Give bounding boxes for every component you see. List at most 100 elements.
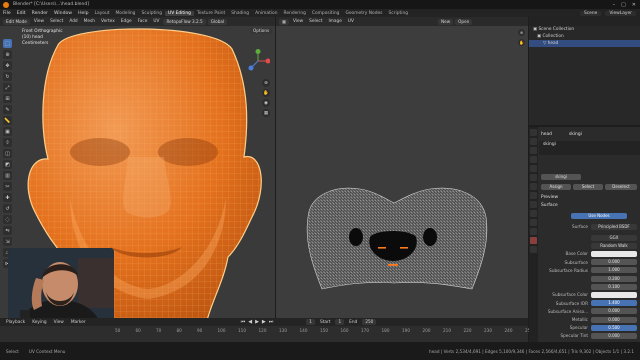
- end-frame-field[interactable]: 250: [362, 319, 377, 325]
- menu-add[interactable]: Add: [67, 19, 79, 24]
- mode-selector[interactable]: Edit Mode: [3, 18, 30, 25]
- close-button[interactable]: ✕: [632, 2, 636, 8]
- property-value-field[interactable]: 1.400: [591, 300, 637, 307]
- menu-edge[interactable]: Edge: [119, 19, 134, 24]
- use-nodes-button[interactable]: Use Nodes: [571, 212, 627, 219]
- transform-orientation-dropdown[interactable]: Global: [207, 18, 228, 25]
- menu-window[interactable]: Window: [51, 11, 75, 16]
- object-tab-icon[interactable]: [530, 183, 537, 190]
- retopoflow-button[interactable]: RetopoFlow 3.2.5: [163, 18, 206, 25]
- property-value-field[interactable]: 0.000: [591, 259, 637, 266]
- grid-icon[interactable]: ▦: [262, 109, 270, 117]
- property-value-field[interactable]: 0.100: [591, 283, 637, 290]
- property-value-field[interactable]: 0.000: [591, 308, 637, 315]
- property-value-field[interactable]: [591, 250, 637, 257]
- outliner-head-object[interactable]: ▽ head: [529, 40, 640, 47]
- uv-editor[interactable]: ▦ View Select Image UV New Open ⊕ ✋: [276, 17, 528, 342]
- navigation-gizmo[interactable]: [246, 49, 270, 73]
- preview-section[interactable]: Preview: [541, 194, 558, 201]
- tool-tab-icon[interactable]: [530, 129, 537, 136]
- menu-help[interactable]: Help: [75, 11, 91, 16]
- rotate-icon[interactable]: ↻: [3, 72, 12, 81]
- maximize-button[interactable]: □: [621, 2, 626, 8]
- next-key-icon[interactable]: ▶: [262, 319, 266, 325]
- add-cube-icon[interactable]: ▣: [3, 127, 12, 136]
- extrude-icon[interactable]: ⇧: [3, 138, 12, 147]
- cursor-icon[interactable]: ⊕: [3, 50, 12, 59]
- annotate-icon[interactable]: ✎: [3, 105, 12, 114]
- loopcut-icon[interactable]: ▥: [3, 171, 12, 180]
- play-icon[interactable]: ▶: [255, 319, 259, 325]
- view-layer-selector[interactable]: ViewLayer: [605, 10, 636, 16]
- tab-texture-paint[interactable]: Texture Paint: [194, 11, 228, 16]
- scene-tab-icon[interactable]: [530, 165, 537, 172]
- menu-view[interactable]: View: [32, 19, 46, 24]
- menu-uv[interactable]: UV: [151, 19, 161, 24]
- material-name-field[interactable]: skingi: [541, 173, 581, 180]
- tab-layout[interactable]: Layout: [92, 11, 113, 16]
- modifier-tab-icon[interactable]: [530, 192, 537, 199]
- scale-icon[interactable]: ⤢: [3, 83, 12, 92]
- menu-face[interactable]: Face: [136, 19, 150, 24]
- bevel-icon[interactable]: ◩: [3, 160, 12, 169]
- outliner-scene-collection[interactable]: ▣ Scene Collection: [529, 26, 640, 33]
- output-tab-icon[interactable]: [530, 147, 537, 154]
- select-icon[interactable]: ⬚: [3, 39, 12, 48]
- move-icon[interactable]: ✥: [3, 61, 12, 70]
- data-tab-icon[interactable]: [530, 228, 537, 235]
- property-value-field[interactable]: 0.200: [591, 275, 637, 282]
- current-frame-field[interactable]: 1: [306, 319, 315, 325]
- select-button[interactable]: Select: [573, 183, 603, 190]
- tab-uv-editing[interactable]: UV Editing: [165, 10, 194, 16]
- menu-mesh[interactable]: Mesh: [82, 19, 97, 24]
- frame-ruler[interactable]: 50 60 70 80 90 100 110 120 130 140 150 160 170 180 190…: [0, 326, 533, 342]
- deselect-button[interactable]: Deselect: [605, 183, 637, 190]
- jump-end-icon[interactable]: ⏭: [269, 319, 274, 325]
- render-tab-icon[interactable]: [530, 138, 537, 145]
- knife-icon[interactable]: ✂: [3, 182, 12, 191]
- tab-compositing[interactable]: Compositing: [309, 11, 343, 16]
- prev-key-icon[interactable]: ◀: [248, 319, 252, 325]
- property-value-field[interactable]: Random Walk: [591, 242, 637, 249]
- zoom-icon[interactable]: ⊕: [262, 79, 270, 87]
- scene-selector[interactable]: Scene: [579, 10, 602, 16]
- physics-tab-icon[interactable]: [530, 210, 537, 217]
- minimize-button[interactable]: –: [613, 2, 616, 8]
- property-value-field[interactable]: GGX: [591, 234, 637, 241]
- texture-tab-icon[interactable]: [530, 246, 537, 253]
- material-tab-icon[interactable]: [530, 237, 537, 244]
- menu-playback[interactable]: Playback: [4, 320, 27, 325]
- edge-slide-icon[interactable]: ⇋: [3, 226, 12, 235]
- tab-sculpting[interactable]: Sculpting: [138, 11, 165, 16]
- tab-shading[interactable]: Shading: [228, 11, 252, 16]
- tab-animation[interactable]: Animation: [252, 11, 280, 16]
- menu-file[interactable]: File: [0, 11, 14, 16]
- timeline[interactable]: Playback Keying View Marker ⏮ ◀ ▶ ▶ ⏭ 1 …: [0, 318, 533, 342]
- polybuild-icon[interactable]: ✚: [3, 193, 12, 202]
- material-slot-list[interactable]: skingi: [543, 141, 556, 148]
- start-frame-field[interactable]: 1: [335, 319, 345, 325]
- tab-scripting[interactable]: Scripting: [385, 11, 411, 16]
- properties-editor[interactable]: head skingi skingi skingi Assign Select …: [529, 127, 640, 342]
- outliner-collection[interactable]: ▣ Collection: [529, 33, 640, 40]
- property-value-field[interactable]: 0.500: [591, 324, 637, 331]
- view-layer-tab-icon[interactable]: [530, 156, 537, 163]
- surface-section[interactable]: Surface: [541, 202, 558, 209]
- pan-hand-icon[interactable]: ✋: [262, 89, 270, 97]
- jump-start-icon[interactable]: ⏮: [241, 319, 246, 325]
- property-value-field[interactable]: 1.000: [591, 267, 637, 274]
- world-tab-icon[interactable]: [530, 174, 537, 181]
- camera-icon[interactable]: ◉: [262, 99, 270, 107]
- options-button[interactable]: Options: [250, 28, 273, 34]
- assign-button[interactable]: Assign: [541, 183, 571, 190]
- surface-shader-field[interactable]: Principled BSDF: [591, 223, 637, 230]
- property-value-field[interactable]: [591, 291, 637, 298]
- menu-marker[interactable]: Marker: [69, 320, 88, 325]
- transform-icon[interactable]: ⊞: [3, 94, 12, 103]
- menu-keying[interactable]: Keying: [30, 320, 48, 325]
- inset-icon[interactable]: ◫: [3, 149, 12, 158]
- measure-icon[interactable]: 📏: [3, 116, 12, 125]
- menu-render[interactable]: Render: [29, 11, 51, 16]
- smooth-icon[interactable]: ◌: [3, 215, 12, 224]
- menu-select[interactable]: Select: [48, 19, 65, 24]
